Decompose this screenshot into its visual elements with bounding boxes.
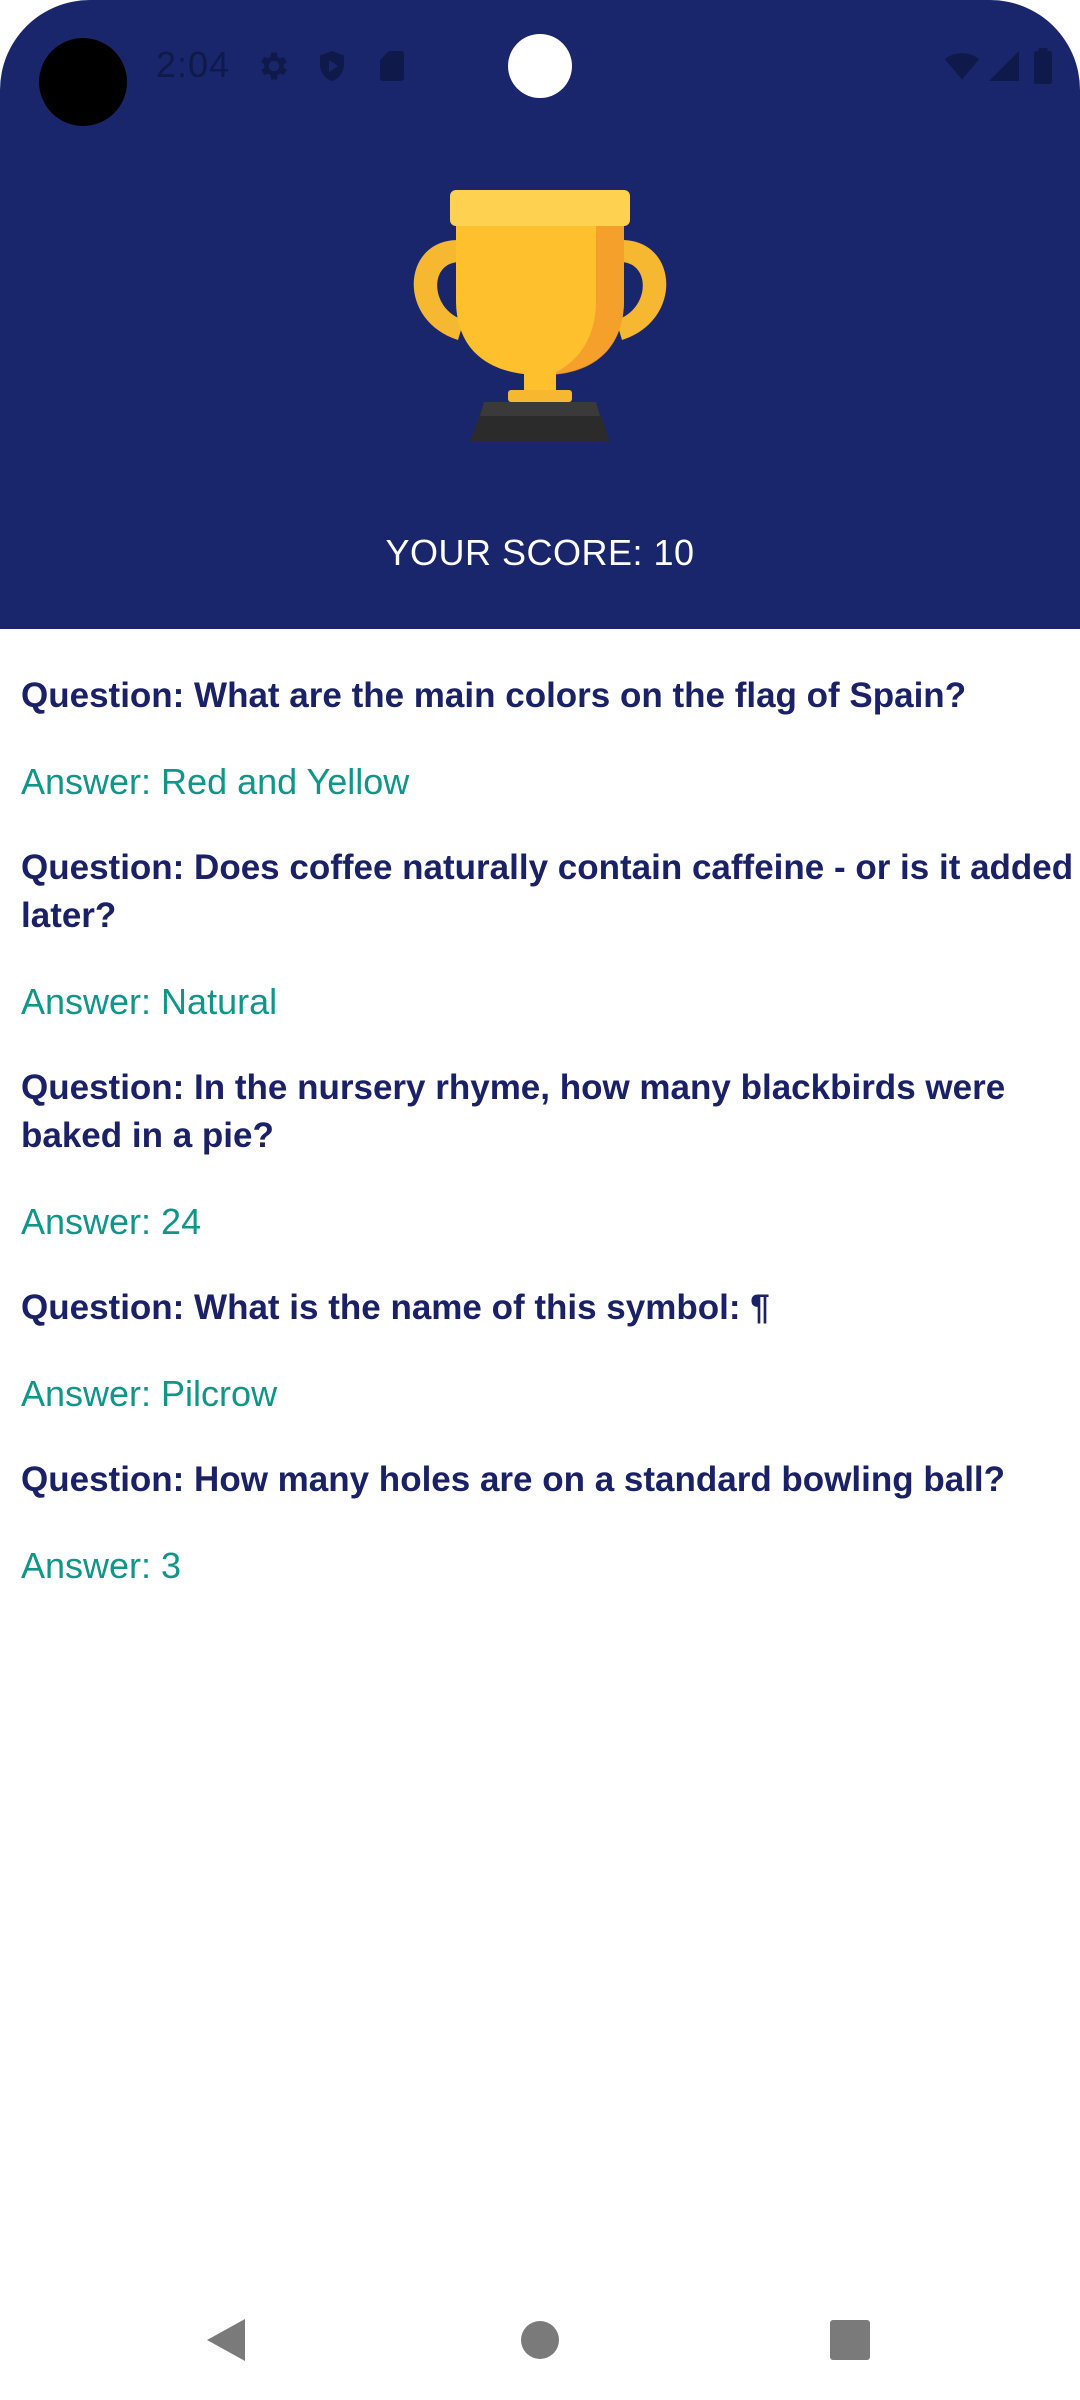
back-icon: [207, 2319, 245, 2361]
navigation-bar: [0, 2300, 1080, 2380]
sd-card-icon: [380, 51, 404, 81]
settings-icon: [261, 52, 287, 80]
result-item: Question: How many holes are on a standa…: [21, 1456, 1076, 1590]
front-camera: [508, 34, 572, 98]
wifi-icon: [944, 53, 980, 80]
question-text: Question: What are the main colors on th…: [21, 676, 967, 715]
question-text: Question: Does coffee naturally contain …: [21, 848, 1074, 935]
results-list: Question: What are the main colors on th…: [21, 672, 1076, 1628]
result-item: Question: In the nursery rhyme, how many…: [21, 1064, 1076, 1246]
shield-icon: [320, 51, 344, 81]
camera-cutout: [39, 38, 127, 126]
answer-text: Answer: 24: [21, 1201, 202, 1242]
question-text: Question: What is the name of this symbo…: [21, 1288, 770, 1327]
answer-text: Answer: Pilcrow: [21, 1373, 278, 1414]
question-text: Question: How many holes are on a standa…: [21, 1460, 1006, 1499]
result-item: Question: Does coffee naturally contain …: [21, 844, 1076, 1026]
answer-text: Answer: Natural: [21, 981, 278, 1022]
score-header: 2:04 YOUR SCORE: 10: [0, 0, 1080, 629]
status-bar: 2:04: [0, 0, 1080, 135]
result-item: Question: What is the name of this symbo…: [21, 1284, 1076, 1418]
result-item: Question: What are the main colors on th…: [21, 672, 1076, 806]
battery-icon: [1034, 48, 1052, 84]
home-button[interactable]: [510, 2310, 570, 2370]
status-time: 2:04: [156, 44, 231, 85]
home-icon: [521, 2321, 559, 2359]
trophy-icon: [413, 190, 667, 442]
score-text: YOUR SCORE: 10: [385, 532, 695, 573]
recents-icon: [830, 2320, 870, 2360]
answer-text: Answer: 3: [21, 1545, 182, 1586]
recents-button[interactable]: [820, 2310, 880, 2370]
back-button[interactable]: [196, 2310, 256, 2370]
question-text: Question: In the nursery rhyme, how many…: [21, 1068, 1006, 1155]
signal-icon: [989, 51, 1019, 81]
phone-screen: 2:04 YOUR SCORE: 10 Question: What are t…: [0, 0, 1080, 2400]
answer-text: Answer: Red and Yellow: [21, 761, 410, 802]
